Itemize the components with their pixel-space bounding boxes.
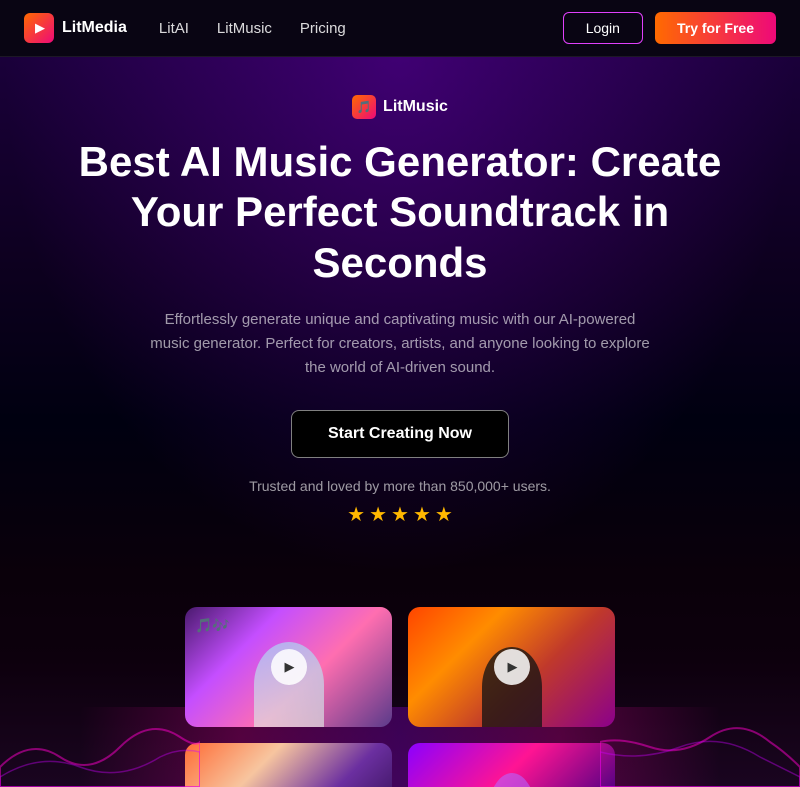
star-5: ★ <box>435 502 453 527</box>
hero-section: LitMusic Best AI Music Generator: Create… <box>0 57 800 577</box>
logo-text: LitMedia <box>62 19 127 37</box>
trust-text: Trusted and loved by more than 850,000+ … <box>60 478 740 494</box>
nav-actions: Login Try for Free <box>563 12 776 44</box>
wave-left-decoration <box>0 687 200 787</box>
nav-link-litmusic[interactable]: LitMusic <box>217 20 272 37</box>
login-button[interactable]: Login <box>563 12 643 44</box>
navbar: LitMedia LitAI LitMusic Pricing Login Tr… <box>0 0 800 57</box>
star-3: ★ <box>391 502 409 527</box>
start-creating-button[interactable]: Start Creating Now <box>291 410 509 458</box>
video-grid: 🎵🎶 <box>185 607 615 787</box>
play-button-1[interactable] <box>271 649 307 685</box>
nav-link-pricing[interactable]: Pricing <box>300 20 346 37</box>
wave-right-decoration <box>600 687 800 787</box>
video-card-4[interactable] <box>408 743 615 787</box>
try-free-button[interactable]: Try for Free <box>655 12 776 44</box>
hero-badge-icon <box>352 95 376 119</box>
logo[interactable]: LitMedia <box>24 13 127 43</box>
video-card-3[interactable] <box>185 743 392 787</box>
confetti-decoration: 🎵🎶 <box>195 617 230 634</box>
video-card-2[interactable] <box>408 607 615 727</box>
nav-links: LitAI LitMusic Pricing <box>159 20 563 37</box>
video-card-1[interactable]: 🎵🎶 <box>185 607 392 727</box>
stars-rating: ★ ★ ★ ★ ★ <box>60 502 740 527</box>
hero-subtitle: Effortlessly generate unique and captiva… <box>150 308 650 380</box>
star-4: ★ <box>413 502 431 527</box>
nav-link-litai[interactable]: LitAI <box>159 20 189 37</box>
hero-badge-text: LitMusic <box>383 98 448 116</box>
video-section: 🎵🎶 <box>0 577 800 787</box>
hero-badge: LitMusic <box>352 95 448 119</box>
play-button-2[interactable] <box>494 649 530 685</box>
star-2: ★ <box>369 502 387 527</box>
star-1: ★ <box>347 502 365 527</box>
logo-icon <box>24 13 54 43</box>
hero-title: Best AI Music Generator: Create Your Per… <box>60 137 740 288</box>
